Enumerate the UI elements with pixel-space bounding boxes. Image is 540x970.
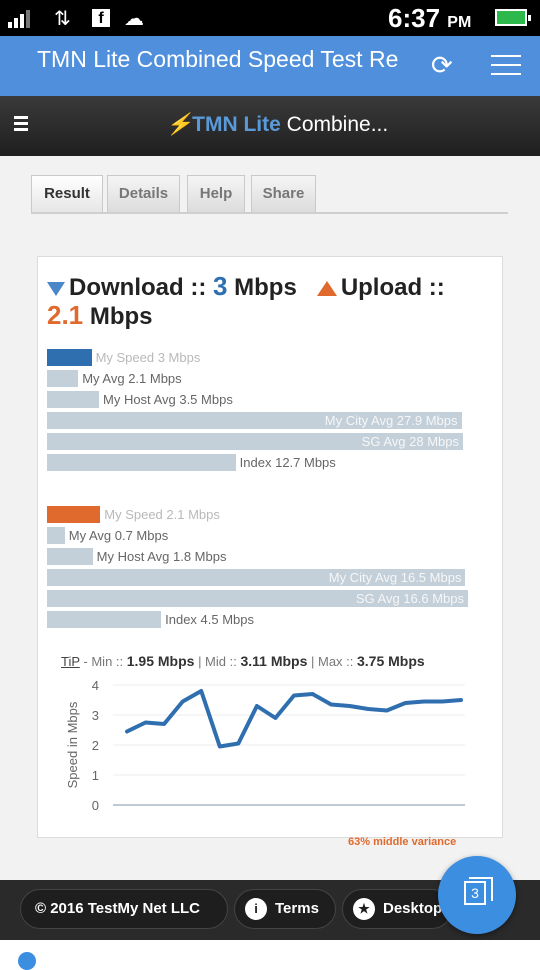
upload-bar-label: My Avg 0.7 Mbps [68,528,169,543]
download-bar-label: SG Avg 28 Mbps [361,434,459,449]
speed-line-chart: 0 1 2 3 4 Speed in Mbps [65,678,465,813]
upload-bar [47,527,65,544]
menu-icon[interactable] [491,48,521,82]
notification-dot [18,952,36,970]
copyright-button[interactable]: © 2016 TestMy Net LLC [20,889,228,929]
upload-bar-label: My Speed 2.1 Mbps [104,507,220,522]
download-bar-label: My Avg 2.1 Mbps [82,371,182,386]
app-title: TMN Lite Combined Speed Test Re [37,46,399,72]
data-transfer-icon: ⇅ [54,8,71,30]
download-bar-label: My Host Avg 3.5 Mbps [103,392,233,407]
tabs-count-icon: 3 [464,877,493,905]
variance-note: 63% middle variance [348,836,457,848]
clock: 6:37 PM [388,3,472,33]
upload-bar [47,548,93,565]
cloud-off-icon: ☁ [124,8,144,30]
hamburger-icon[interactable] [14,116,28,134]
upload-arrow-icon [316,281,337,297]
signal-icon [8,8,38,28]
tip-link[interactable]: TiP [61,654,80,669]
download-bar-label: My City Avg 27.9 Mbps [324,413,458,428]
download-bar [47,370,79,387]
app-bar: TMN Lite Combined Speed Test Re ⟳ [0,36,540,96]
download-summary: Download :: 3 Mbps Upload :: [47,271,445,302]
tab-share[interactable]: Share [251,175,316,213]
chart-y-tick-label: 3 [92,708,99,723]
upload-bar-label: SG Avg 16.6 Mbps [355,591,464,606]
tab-result[interactable]: Result [31,175,103,213]
tab-divider [31,212,508,214]
download-bar-label: Index 12.7 Mbps [239,455,336,470]
download-bar [47,454,236,471]
upload-summary: 2.1 Mbps [47,300,153,330]
info-icon: i [245,898,267,921]
download-bar-label: My Speed 3 Mbps [95,350,201,365]
site-header: ⚡TMN Lite Combine... [0,96,540,156]
download-arrow-icon [47,281,65,296]
site-brand[interactable]: ⚡TMN Lite Combine... [166,113,388,137]
chart-series-line [125,689,463,749]
download-bar [47,349,92,366]
battery-icon [495,9,531,26]
chart-y-tick-label: 2 [92,738,99,753]
upload-bar-label: My City Avg 16.5 Mbps [328,570,462,585]
chart-y-tick-label: 0 [92,798,99,813]
chart-y-tick-label: 1 [92,768,99,783]
chart-y-tick-label: 4 [92,678,99,693]
refresh-icon[interactable]: ⟳ [431,50,453,81]
star-icon: ★ [353,898,375,921]
tabs-fab-button[interactable]: 3 [438,856,516,934]
desktop-button[interactable]: ★ Desktop [342,889,452,929]
tab-details[interactable]: Details [107,175,180,213]
tip-summary: TiP - Min :: 1.95 Mbps | Mid :: 3.11 Mbp… [61,653,425,669]
bolt-icon: ⚡ [166,113,193,136]
upload-bar-label: My Host Avg 1.8 Mbps [96,549,227,564]
facebook-icon: f [92,9,110,27]
upload-bar [47,506,101,523]
chart-y-axis-label: Speed in Mbps [65,701,80,788]
status-bar: ⇅ f ☁ 6:37 PM [0,0,540,36]
download-bar [47,391,99,408]
upload-bar [47,611,162,628]
bottom-strip [0,940,540,960]
upload-bar-label: Index 4.5 Mbps [165,612,255,627]
tab-help[interactable]: Help [187,175,245,213]
terms-button[interactable]: i Terms [234,889,336,929]
